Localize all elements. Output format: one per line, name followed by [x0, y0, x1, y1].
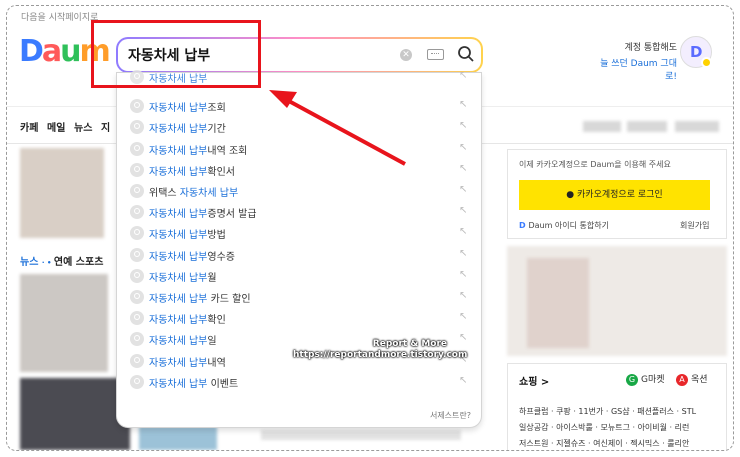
browser-frame: 다음을 시작페이지로 Daum ✕ 계정 통합해도 늘 쓰던 Daum 그대로!…: [6, 5, 734, 451]
annotation-arrow: [269, 90, 406, 166]
